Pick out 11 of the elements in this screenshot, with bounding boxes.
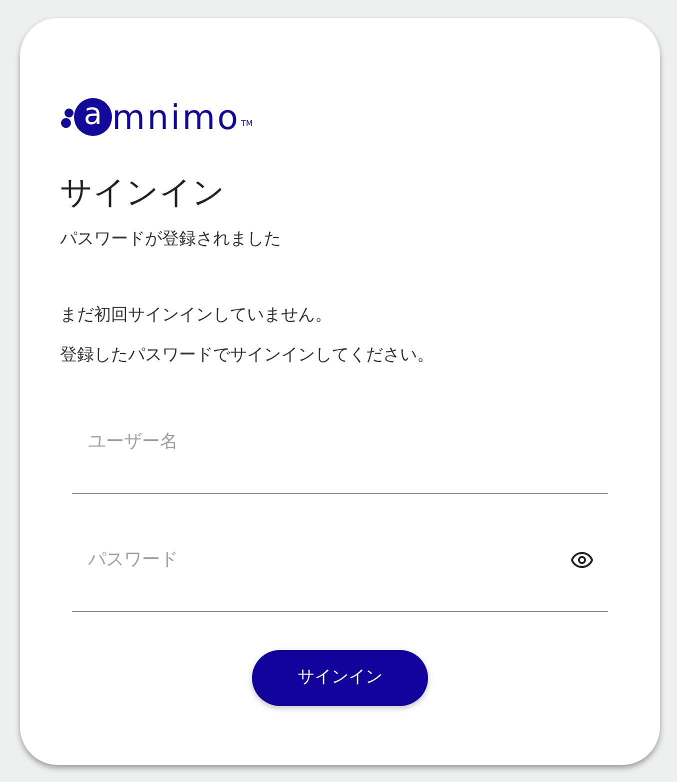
password-field[interactable]: パスワード [72, 508, 608, 612]
trademark: TM [241, 118, 253, 130]
username-field[interactable]: ユーザー名 [72, 390, 608, 494]
dots-icon [60, 108, 74, 130]
page-title: サインイン [60, 172, 226, 213]
logo-initial: a [74, 98, 112, 136]
message-text: まだ初回サインインしていません。 [60, 304, 333, 327]
sign-in-button[interactable]: サインイン [252, 650, 428, 706]
logo-text: mnimo [112, 97, 240, 140]
message-text: 登録したパスワードでサインインしてください。 [60, 344, 435, 367]
notice-text: パスワードが登録されました [60, 228, 282, 251]
